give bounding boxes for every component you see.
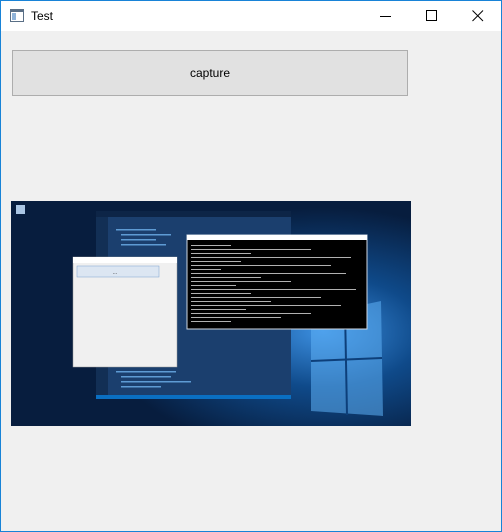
minimize-button[interactable] — [363, 1, 409, 31]
maximize-icon — [426, 10, 437, 21]
close-button[interactable] — [455, 1, 501, 31]
mini-window-label: ... — [113, 270, 117, 276]
title-bar[interactable]: Test — [1, 1, 501, 31]
close-icon — [472, 10, 484, 22]
screenshot-preview: ... — [11, 201, 411, 426]
window-title: Test — [31, 9, 54, 23]
recycle-bin-icon — [16, 205, 25, 214]
app-window: Test capture ... — [0, 0, 502, 532]
desktop-thumbnail: ... — [11, 201, 411, 426]
minimize-icon — [380, 16, 391, 17]
capture-button[interactable]: capture — [12, 50, 408, 96]
maximize-button[interactable] — [409, 1, 455, 31]
app-icon — [10, 9, 24, 22]
